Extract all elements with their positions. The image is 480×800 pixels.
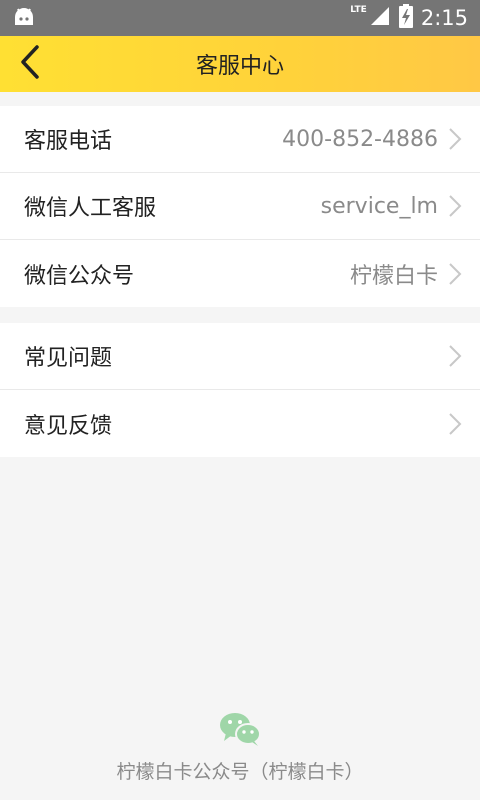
network-type-label: LTE bbox=[350, 5, 367, 15]
wechat-official-label: 微信公众号 bbox=[24, 263, 135, 289]
phone-label: 客服电话 bbox=[24, 129, 113, 154]
feedback-row[interactable]: 意见反馈 bbox=[0, 390, 480, 457]
back-button[interactable] bbox=[10, 44, 50, 84]
status-time: 2:15 bbox=[420, 6, 468, 30]
battery-charging-icon bbox=[398, 4, 413, 32]
wechat-service-value: service_lm bbox=[320, 193, 438, 219]
wechat-service-row[interactable]: 微信人工客服 service_lm bbox=[0, 173, 480, 240]
status-bar: LTE 2:15 bbox=[0, 0, 480, 36]
chevron-right-icon bbox=[448, 194, 462, 218]
footer: 柠檬白卡公众号（柠檬白卡） bbox=[0, 711, 480, 784]
wechat-official-row[interactable]: 微信公众号 柠檬白卡 bbox=[0, 240, 480, 307]
chevron-right-icon bbox=[448, 412, 462, 436]
wechat-service-label: 微信人工客服 bbox=[24, 196, 157, 221]
chevron-right-icon bbox=[448, 344, 462, 368]
feedback-label: 意见反馈 bbox=[24, 413, 113, 439]
page-title: 客服中心 bbox=[195, 54, 284, 79]
phone-row[interactable]: 客服电话 400-852-4886 bbox=[0, 106, 480, 173]
android-icon bbox=[12, 5, 36, 31]
help-group: 常见问题 意见反馈 bbox=[0, 323, 480, 457]
faq-row[interactable]: 常见问题 bbox=[0, 323, 480, 390]
phone-value: 400-852-4886 bbox=[282, 126, 438, 152]
chevron-right-icon bbox=[448, 262, 462, 286]
chevron-right-icon bbox=[448, 127, 462, 151]
footer-text: 柠檬白卡公众号（柠檬白卡） bbox=[116, 761, 364, 783]
wechat-icon bbox=[218, 711, 262, 751]
chevron-left-icon bbox=[19, 44, 41, 84]
app-header: 客服中心 bbox=[0, 36, 480, 92]
contact-group: 客服电话 400-852-4886 微信人工客服 service_lm 微信公众… bbox=[0, 106, 480, 307]
faq-label: 常见问题 bbox=[24, 346, 113, 371]
wechat-official-value: 柠檬白卡 bbox=[349, 263, 438, 289]
signal-icon bbox=[369, 5, 391, 31]
